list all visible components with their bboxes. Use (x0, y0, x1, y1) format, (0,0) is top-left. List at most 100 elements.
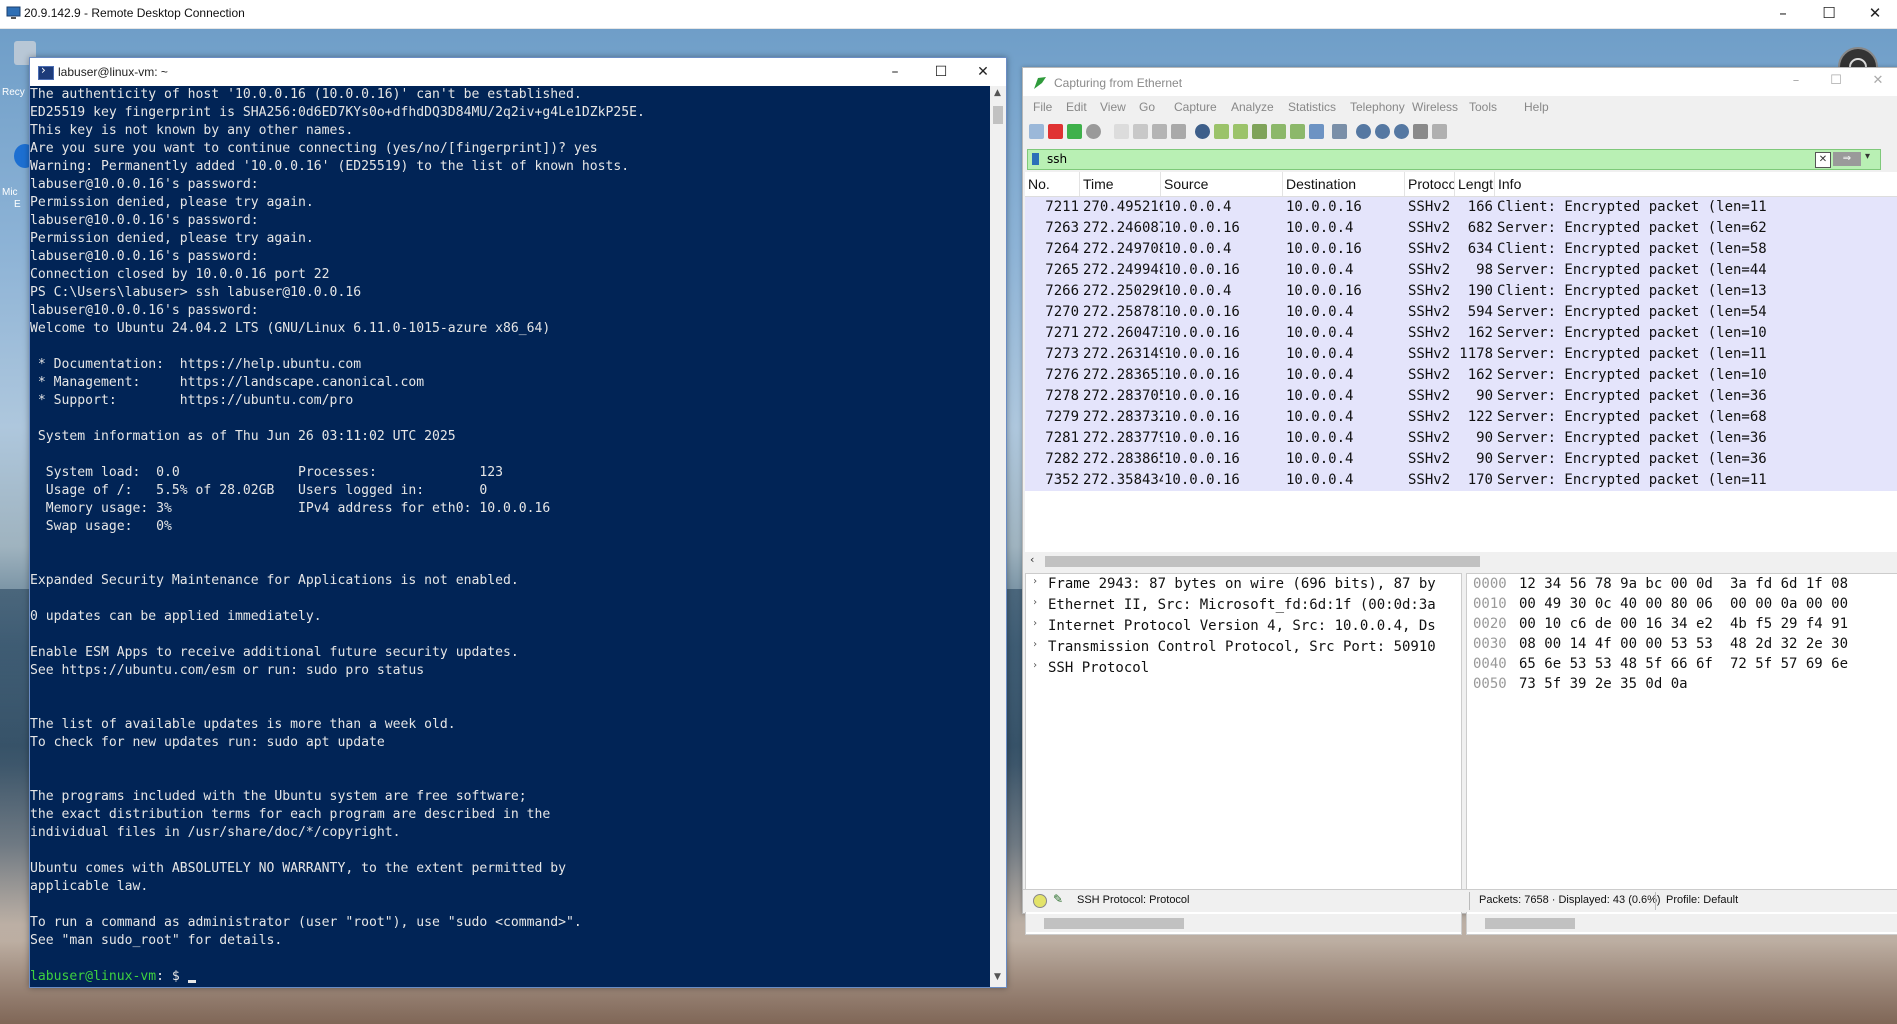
bytes-scroll-thumb[interactable] (1485, 918, 1575, 929)
packet-row[interactable]: 7281 272.283779 10.0.0.16 10.0.0.4 SSHv2 90 Se… (1025, 428, 1897, 449)
details-hscrollbar[interactable] (1026, 914, 1461, 932)
reload-file-icon[interactable] (1171, 124, 1186, 139)
packet-list-scroll-thumb[interactable] (1045, 556, 1480, 567)
wireshark-maximize-button[interactable]: ☐ (1816, 68, 1856, 96)
packet-row[interactable]: 7263 272.246087 10.0.0.16 10.0.0.4 SSHv2 682 S… (1025, 218, 1897, 239)
bytes-hscrollbar[interactable] (1467, 914, 1897, 932)
packet-row[interactable]: 7279 272.283732 10.0.0.16 10.0.0.4 SSHv2 122 S… (1025, 407, 1897, 428)
menu-go[interactable]: Go (1139, 100, 1155, 114)
grid-icon[interactable] (1432, 124, 1447, 139)
packet-row[interactable]: 7276 272.283651 10.0.0.16 10.0.0.4 SSHv2 162 S… (1025, 365, 1897, 386)
bytes-row[interactable]: 0050 73 5f 39 2e 35 0d 0a (1467, 674, 1897, 694)
detail-row-frame[interactable]: › Frame 2943: 87 bytes on wire (696 bits)… (1026, 574, 1461, 595)
expand-arrow-icon[interactable]: › (1032, 576, 1038, 587)
capture-comment-icon[interactable]: ✎ (1053, 892, 1063, 906)
detail-row-ipv4[interactable]: › Internet Protocol Version 4, Src: 10.0.… (1026, 616, 1461, 637)
terminal-minimize-button[interactable]: – (872, 58, 918, 86)
stop-capture-icon[interactable] (1048, 124, 1063, 139)
wireshark-minimize-button[interactable]: – (1776, 68, 1816, 96)
go-to-packet-icon[interactable] (1252, 124, 1267, 139)
packet-row[interactable]: 7266 272.250296 10.0.0.4 10.0.0.16 SSHv2 190 C… (1025, 281, 1897, 302)
packet-row[interactable]: 7264 272.249708 10.0.0.4 10.0.0.16 SSHv2 634 C… (1025, 239, 1897, 260)
column-time[interactable]: Time (1080, 172, 1161, 196)
shell-prompt[interactable]: labuser@linux-vm: $ (30, 968, 990, 986)
close-file-icon[interactable] (1152, 124, 1167, 139)
menu-tools[interactable]: Tools (1469, 100, 1497, 114)
packet-row[interactable]: 7273 272.263149 10.0.0.16 10.0.0.4 SSHv2 1178… (1025, 344, 1897, 365)
terminal-title-bar[interactable]: labuser@linux-vm: ~ – ☐ ✕ (30, 58, 1006, 86)
packet-row[interactable]: 7282 272.283865 10.0.0.16 10.0.0.4 SSHv2 90 Se… (1025, 449, 1897, 470)
packet-row[interactable]: 7211 270.495216 10.0.0.4 10.0.0.16 SSHv2 166 C… (1025, 197, 1897, 218)
apply-filter-icon[interactable]: ⇒ (1833, 152, 1861, 166)
menu-edit[interactable]: Edit (1066, 100, 1087, 114)
zoom-in-icon[interactable] (1356, 124, 1371, 139)
find-packet-icon[interactable] (1195, 124, 1210, 139)
column-protocol[interactable]: Protocol (1405, 172, 1455, 196)
capture-options-icon[interactable] (1086, 124, 1101, 139)
wireshark-close-button[interactable]: ✕ (1858, 68, 1897, 96)
bytes-row[interactable]: 0020 00 10 c6 de 00 16 34 e2 4b f5 29 f4 9… (1467, 614, 1897, 634)
column-length[interactable]: Length (1455, 172, 1495, 196)
menu-wireless[interactable]: Wireless (1412, 100, 1458, 114)
autoscroll-icon[interactable] (1309, 124, 1324, 139)
packet-row[interactable]: 7270 272.258781 10.0.0.16 10.0.0.4 SSHv2 594 S… (1025, 302, 1897, 323)
display-filter-input[interactable]: ssh (1047, 152, 1067, 166)
clear-filter-icon[interactable]: ✕ (1815, 152, 1831, 168)
menu-capture[interactable]: Capture (1174, 100, 1217, 114)
details-scroll-thumb[interactable] (1044, 918, 1184, 929)
menu-view[interactable]: View (1100, 100, 1126, 114)
restart-capture-icon[interactable] (1067, 124, 1082, 139)
packet-row[interactable]: 7352 272.358434 10.0.0.16 10.0.0.4 SSHv2 170 S… (1025, 470, 1897, 491)
column-info[interactable]: Info (1495, 172, 1897, 196)
filter-dropdown-icon[interactable]: ▾ (1865, 151, 1870, 162)
filter-bookmark-icon[interactable] (1032, 153, 1039, 165)
scroll-up-icon[interactable]: ▲ (994, 88, 1001, 98)
packet-row[interactable]: 7278 272.283705 10.0.0.16 10.0.0.4 SSHv2 90 Se… (1025, 386, 1897, 407)
menu-analyze[interactable]: Analyze (1231, 100, 1274, 114)
go-forward-icon[interactable] (1233, 124, 1248, 139)
resize-columns-icon[interactable] (1413, 124, 1428, 139)
expand-arrow-icon[interactable]: › (1032, 597, 1038, 608)
column-destination[interactable]: Destination (1283, 172, 1405, 196)
start-capture-icon[interactable] (1029, 124, 1044, 139)
detail-row-ssh[interactable]: › SSH Protocol (1026, 658, 1461, 679)
last-packet-icon[interactable] (1290, 124, 1305, 139)
bytes-row[interactable]: 0010 00 49 30 0c 40 00 80 06 00 00 0a 00 0… (1467, 594, 1897, 614)
menu-statistics[interactable]: Statistics (1288, 100, 1336, 114)
packet-row[interactable]: 7265 272.249948 10.0.0.16 10.0.0.4 SSHv2 98 Se… (1025, 260, 1897, 281)
status-profile[interactable]: Profile: Default (1666, 894, 1738, 906)
terminal-close-button[interactable]: ✕ (960, 58, 1006, 86)
go-back-icon[interactable] (1214, 124, 1229, 139)
packet-row[interactable]: 7271 272.260473 10.0.0.16 10.0.0.4 SSHv2 162 S… (1025, 323, 1897, 344)
rdp-close-button[interactable]: ✕ (1852, 0, 1897, 28)
detail-row-tcp[interactable]: › Transmission Control Protocol, Src Port… (1026, 637, 1461, 658)
zoom-normal-icon[interactable] (1394, 124, 1409, 139)
packet-list-hscrollbar[interactable]: ‹ (1025, 552, 1897, 570)
colorize-icon[interactable] (1332, 124, 1347, 139)
column-source[interactable]: Source (1161, 172, 1283, 196)
menu-help[interactable]: Help (1524, 100, 1549, 114)
menu-file[interactable]: File (1033, 100, 1052, 114)
terminal-scroll-thumb[interactable] (993, 106, 1003, 124)
expand-arrow-icon[interactable]: › (1032, 618, 1038, 629)
menu-telephony[interactable]: Telephony (1350, 100, 1405, 114)
scroll-left-icon[interactable]: ‹ (1030, 553, 1034, 566)
terminal-scrollbar[interactable]: ▲ ▼ (990, 86, 1006, 987)
bytes-row[interactable]: 0030 08 00 14 4f 00 00 53 53 48 2d 32 2e 3… (1467, 634, 1897, 654)
detail-row-ethernet[interactable]: › Ethernet II, Src: Microsoft_fd:6d:1f (0… (1026, 595, 1461, 616)
zoom-out-icon[interactable] (1375, 124, 1390, 139)
rdp-maximize-button[interactable]: ☐ (1806, 0, 1852, 28)
terminal-output[interactable]: The authenticity of host '10.0.0.16 (10.… (30, 86, 990, 987)
save-file-icon[interactable] (1133, 124, 1148, 139)
rdp-minimize-button[interactable]: – (1760, 0, 1806, 28)
scroll-down-icon[interactable]: ▼ (994, 972, 1001, 982)
wireshark-title-bar[interactable]: Capturing from Ethernet – ☐ ✕ (1023, 68, 1897, 96)
bytes-row[interactable]: 0040 65 6e 53 53 48 5f 66 6f 72 5f 57 69 6… (1467, 654, 1897, 674)
expand-arrow-icon[interactable]: › (1032, 660, 1038, 671)
terminal-maximize-button[interactable]: ☐ (918, 58, 964, 86)
bytes-row[interactable]: 0000 12 34 56 78 9a bc 00 0d 3a fd 6d 1f 0… (1467, 574, 1897, 594)
expand-arrow-icon[interactable]: › (1032, 639, 1038, 650)
column-no[interactable]: No. (1025, 172, 1080, 196)
open-file-icon[interactable] (1114, 124, 1129, 139)
expert-info-led-icon[interactable] (1033, 894, 1047, 908)
